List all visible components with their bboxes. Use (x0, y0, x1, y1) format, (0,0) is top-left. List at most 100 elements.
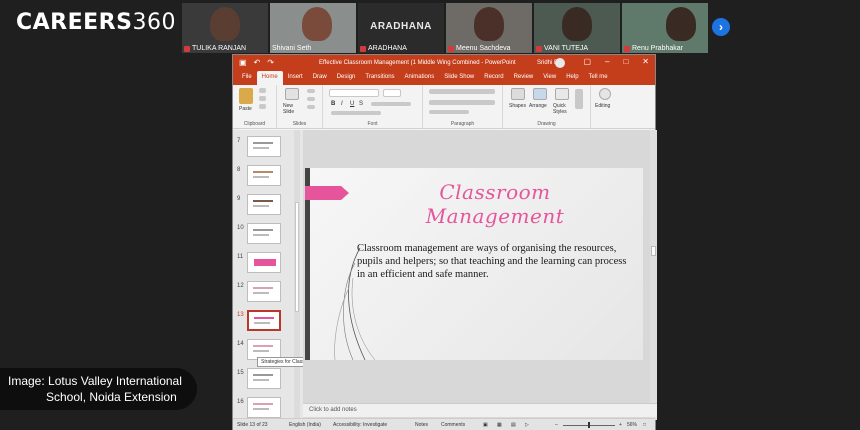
slide-sorter-icon[interactable]: ▦ (497, 422, 502, 428)
font-spacing-icon[interactable] (371, 102, 411, 106)
bullets-icon[interactable] (429, 89, 495, 94)
cut-icon[interactable] (259, 88, 266, 93)
participant-tile[interactable]: TULIKA RANJAN (182, 3, 268, 53)
slide-count: Slide 13 of 23 (237, 422, 268, 428)
tab-review[interactable]: Review (509, 71, 539, 85)
close-icon[interactable]: ✕ (642, 57, 649, 66)
redo-icon[interactable]: ↷ (267, 58, 274, 67)
user-avatar[interactable] (555, 58, 565, 68)
italic-icon[interactable]: I (341, 101, 343, 107)
section-icon[interactable] (307, 105, 315, 109)
participant-tile[interactable]: ARADHANA ARADHANA (358, 3, 444, 53)
slide-thumbnail-selected[interactable]: 13 (233, 310, 303, 332)
tell-me-search[interactable]: Tell me (584, 71, 613, 85)
normal-view-icon[interactable]: ▣ (483, 422, 488, 428)
slide-thumbnail[interactable]: 7 (233, 136, 303, 158)
chevron-right-icon: › (719, 20, 723, 34)
slide-thumbnail[interactable]: 16 (233, 397, 303, 419)
participant-name: Renu Prabhakar (632, 45, 683, 52)
ribbon-display-icon[interactable]: ▢ (583, 57, 591, 66)
participant-tile[interactable]: Meenu Sachdeva (446, 3, 532, 53)
tab-view[interactable]: View (538, 71, 561, 85)
paste-button[interactable]: Paste (239, 106, 252, 112)
notes-pane[interactable]: Click to add notes (303, 403, 657, 417)
minimize-icon[interactable]: – (605, 57, 609, 66)
shapes-button[interactable]: Shapes (509, 103, 526, 109)
thumbnail-number: 7 (237, 138, 241, 144)
slide-title[interactable]: Classroom Management (375, 180, 615, 228)
tab-help[interactable]: Help (561, 71, 583, 85)
shape-fill-icon[interactable] (575, 89, 583, 109)
editing-group: Editing (591, 85, 621, 129)
next-participants-button[interactable]: › (712, 18, 730, 36)
font-size-dropdown[interactable] (383, 89, 401, 97)
participant-tile[interactable]: VANI TUTEJA (534, 3, 620, 53)
slide-thumbnail[interactable]: 12 (233, 281, 303, 303)
editing-button[interactable]: Editing (595, 103, 610, 109)
reading-view-icon[interactable]: ▤ (511, 422, 516, 428)
zoom-in-icon[interactable]: + (619, 422, 622, 428)
tab-animations[interactable]: Animations (400, 71, 440, 85)
undo-icon[interactable]: ↶ (254, 58, 261, 67)
maximize-icon[interactable]: □ (623, 57, 628, 66)
window-title: Effective Classroom Management (1 Middle… (319, 60, 516, 66)
thumbnail-number: 16 (237, 399, 244, 405)
participant-tile[interactable]: Renu Prabhakar (622, 3, 708, 53)
shapes-icon[interactable] (511, 88, 525, 100)
slide-body-text[interactable]: Classroom management are ways of organis… (357, 242, 633, 281)
slide-thumbnail[interactable]: 8 (233, 165, 303, 187)
font-color-icon[interactable] (331, 111, 381, 115)
comments-button[interactable]: Comments (441, 422, 465, 428)
arrange-icon[interactable] (533, 88, 547, 100)
arrange-button[interactable]: Arrange (529, 103, 547, 109)
slide-thumbnail[interactable]: 15 (233, 368, 303, 390)
zoom-slider-knob[interactable] (588, 422, 590, 428)
quick-styles-button[interactable]: Quick Styles (553, 103, 575, 115)
slideshow-view-icon[interactable]: ▷ (525, 422, 529, 428)
accessibility-status[interactable]: Accessibility: Investigate (333, 422, 387, 428)
language-indicator[interactable]: English (India) (289, 422, 321, 428)
find-icon[interactable] (599, 88, 611, 100)
thumbnail-scrollbar[interactable] (294, 130, 300, 420)
quick-styles-icon[interactable] (555, 88, 569, 100)
fit-slide-icon[interactable]: □ (643, 422, 646, 428)
slide-thumbnail[interactable]: 9 (233, 194, 303, 216)
font-group: B I U S Font (323, 85, 423, 129)
tab-draw[interactable]: Draw (308, 71, 332, 85)
thumbnail-number: 15 (237, 370, 244, 376)
zoom-level[interactable]: 56% (627, 422, 637, 428)
tab-home[interactable]: Home (256, 71, 283, 85)
tab-transitions[interactable]: Transitions (360, 71, 399, 85)
save-icon[interactable]: ▣ (239, 58, 247, 67)
participant-tile[interactable]: Shivani Seth (270, 3, 356, 53)
copy-icon[interactable] (259, 96, 266, 101)
bold-icon[interactable]: B (331, 101, 335, 107)
notes-button[interactable]: Notes (415, 422, 428, 428)
new-slide-button[interactable]: New Slide (283, 103, 305, 115)
font-name-dropdown[interactable] (329, 89, 379, 97)
tab-file[interactable]: File (237, 71, 257, 85)
underline-icon[interactable]: U (350, 101, 354, 107)
current-slide[interactable]: Classroom Management Classroom managemen… (305, 168, 643, 360)
ribbon: Paste Clipboard New Slide Slides B I U S… (233, 85, 655, 129)
drawing-label: Drawing (537, 121, 556, 127)
tab-record[interactable]: Record (479, 71, 508, 85)
text-direction-icon[interactable] (429, 110, 469, 114)
alignment-icon[interactable] (429, 100, 495, 105)
slide-thumbnail[interactable]: 10 (233, 223, 303, 245)
status-bar: Slide 13 of 23 English (India) Accessibi… (233, 418, 655, 430)
reset-icon[interactable] (307, 97, 315, 101)
mic-muted-icon (184, 45, 190, 52)
slide-thumbnail[interactable]: 11 (233, 252, 303, 274)
new-slide-icon[interactable] (285, 88, 299, 100)
paste-icon[interactable] (239, 88, 253, 104)
zoom-out-icon[interactable]: – (555, 422, 558, 428)
shadow-icon[interactable]: S (359, 101, 363, 107)
format-painter-icon[interactable] (259, 104, 266, 109)
tab-design[interactable]: Design (332, 71, 361, 85)
tab-insert[interactable]: Insert (283, 71, 308, 85)
slide-scrollbar[interactable] (650, 130, 657, 420)
tab-slide-show[interactable]: Slide Show (439, 71, 479, 85)
layout-icon[interactable] (307, 89, 315, 93)
slide-editing-area: Classroom Management Classroom managemen… (303, 130, 657, 420)
